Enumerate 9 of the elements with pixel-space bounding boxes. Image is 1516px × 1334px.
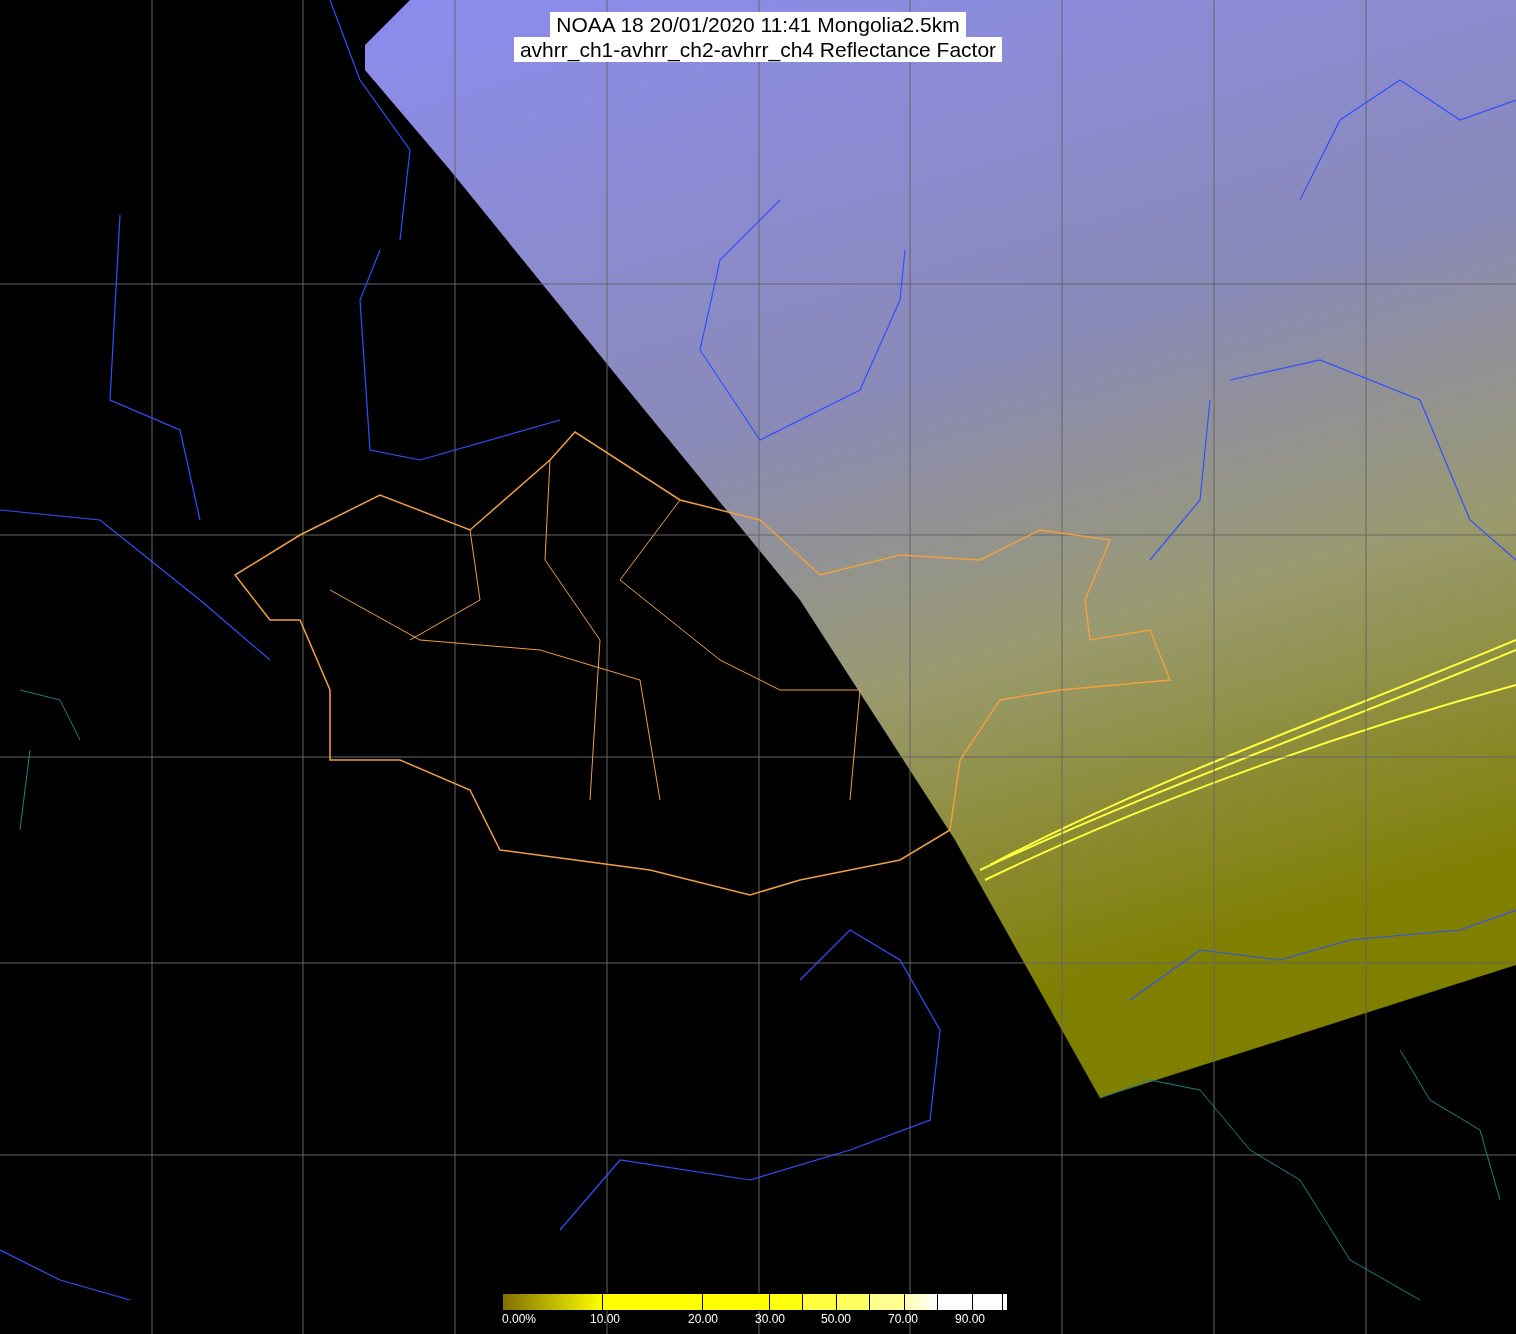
- map-title: avhrr_ch1-avhrr_ch2-avhrr_ch4 Reflectance Factor: [513, 37, 1003, 62]
- scale-label: 10.00: [590, 1312, 621, 1326]
- map-title: NOAA 18 20/01/2020 11:41 Mongolia2.5km: [550, 12, 966, 37]
- scale-label: 0.00%: [502, 1312, 537, 1326]
- scale-label: 30.00: [755, 1312, 786, 1326]
- scale-label: 20.00: [688, 1312, 719, 1326]
- scale-label: 70.00: [888, 1312, 919, 1326]
- scale-label: 90.00: [955, 1312, 986, 1326]
- scale-label: 50.00: [821, 1312, 852, 1326]
